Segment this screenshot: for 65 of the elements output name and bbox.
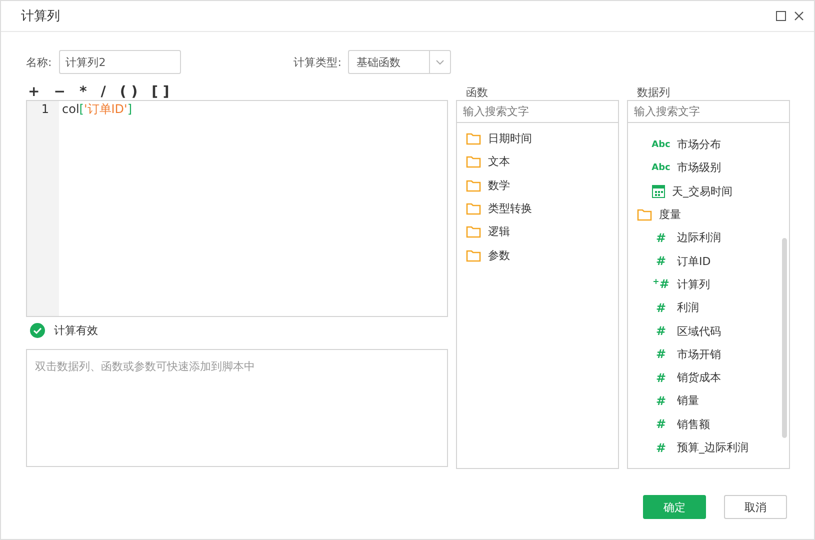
line-number: 1 (41, 101, 50, 118)
folder-label[interactable]: 数学 (488, 178, 510, 193)
folder-icon (466, 132, 481, 146)
field-label[interactable]: 市场级别 (677, 160, 721, 176)
field-label[interactable]: 销售额 (677, 416, 710, 432)
hint-box: 双击数据列、函数或参数可快速添加到脚本中 (26, 349, 448, 467)
number-type-label: # (654, 347, 668, 362)
number-type-label: # (654, 230, 668, 245)
text-type-label: Abc (652, 140, 670, 150)
field-label[interactable]: 市场分布 (677, 137, 721, 152)
window-title: 计算列 (21, 8, 61, 25)
field-label[interactable]: 销货成本 (677, 370, 721, 386)
panel-title: 函数 (465, 84, 489, 100)
field-label[interactable]: 边际利润 (677, 230, 721, 246)
folder-icon (466, 202, 481, 216)
close-icon[interactable] (794, 11, 804, 21)
operator-button[interactable]: + (28, 84, 40, 100)
folder-icon (637, 208, 652, 222)
field-label[interactable]: 销量 (677, 393, 699, 408)
field-label[interactable]: 预算_边际利润 (677, 440, 748, 455)
field-label[interactable]: 天_交易时间 (672, 184, 732, 199)
name-label: 名称: (26, 54, 52, 70)
caret-icon (436, 60, 444, 64)
calc-type-label: 计算类型: (294, 54, 342, 70)
text-type-label: Abc (652, 162, 670, 173)
operator-button[interactable]: ( ) (120, 84, 138, 100)
folder-icon (466, 155, 481, 168)
folder-label[interactable]: 文本 (488, 154, 510, 170)
folder-label[interactable]: 日期时间 (488, 131, 532, 146)
number-type-label: # (654, 254, 668, 268)
calc-type-dropdown[interactable]: 基础函数 (348, 50, 452, 74)
field-label[interactable]: 利润 (677, 300, 699, 316)
scrollbar[interactable] (782, 238, 787, 438)
operator-button[interactable]: [ ] (152, 84, 170, 100)
folder-label[interactable]: 类型转换 (488, 201, 532, 216)
cancel-button[interactable]: 取消 (724, 495, 787, 519)
folder-icon (466, 225, 481, 238)
field-label[interactable]: 区域代码 (677, 324, 721, 339)
folder-label[interactable]: 参数 (488, 248, 510, 263)
number-type-label: # (654, 324, 668, 338)
code-editor[interactable]: 1 col['订单ID'] (26, 100, 448, 317)
name-field[interactable]: 计算列2 (58, 50, 181, 74)
validation-message: 计算有效 (54, 322, 98, 338)
maximize-icon[interactable] (776, 11, 786, 21)
number-type-label: # (654, 394, 668, 408)
field-label[interactable]: 计算列 (677, 276, 710, 292)
calendar-icon (652, 184, 665, 198)
operator-button[interactable]: * (79, 84, 87, 100)
operator-button[interactable]: / (100, 84, 106, 100)
folder-label[interactable]: 度量 (659, 207, 681, 222)
folder-label[interactable]: 逻辑 (488, 224, 510, 240)
panel-title: 数据列 (636, 84, 671, 100)
number-type-label: # (654, 370, 668, 385)
operator-button[interactable]: − (54, 84, 66, 100)
field-label[interactable]: 市场开销 (677, 346, 721, 362)
search-field[interactable]: 输入搜索文字 (456, 100, 619, 123)
number-type-label: # (654, 417, 668, 432)
field-label[interactable]: 订单ID (677, 254, 711, 269)
code-line: col['订单ID'] (62, 101, 134, 118)
search-field[interactable]: 输入搜索文字 (627, 100, 790, 123)
folder-icon (466, 178, 481, 192)
number-type-label: # (654, 300, 668, 315)
number-type-label: # (654, 440, 668, 454)
calc-type-label: $^{+}$# (652, 277, 670, 292)
folder-icon (466, 248, 481, 262)
